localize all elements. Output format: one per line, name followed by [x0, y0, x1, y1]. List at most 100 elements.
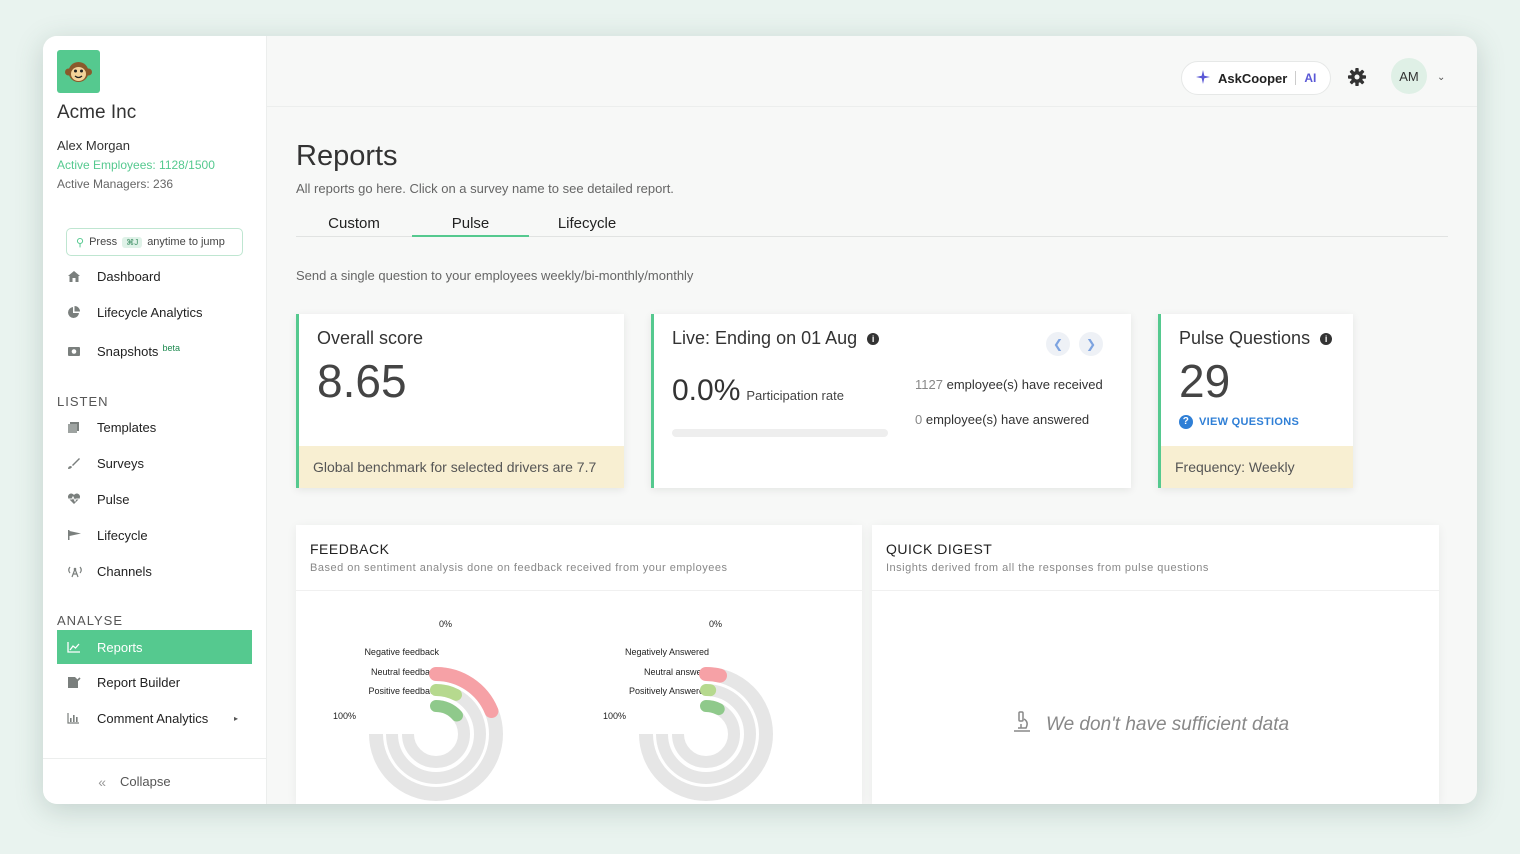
double-chevron-left-icon: « — [98, 773, 106, 790]
feedback-donut-chart — [369, 667, 503, 801]
empty-state: We don't have sufficient data — [1012, 711, 1289, 739]
tab-lifecycle[interactable]: Lifecycle — [529, 215, 645, 232]
divider — [1295, 71, 1297, 85]
user-name: Alex Morgan — [57, 138, 130, 153]
report-tabs: Custom Pulse Lifecycle — [296, 212, 1448, 237]
questions-title: Pulse Questions — [1179, 328, 1311, 348]
sidebar-item-label: Pulse — [97, 491, 130, 507]
quick-jump-button[interactable]: ⚲ Press ⌘J anytime to jump — [66, 228, 243, 256]
chevron-down-icon[interactable]: ⌄ — [1437, 72, 1445, 83]
templates-icon — [57, 421, 97, 434]
sidebar-item-report-builder[interactable]: Report Builder — [57, 665, 252, 699]
participation-label: Participation rate — [746, 388, 844, 403]
answers-ring-positively-answered[interactable] — [700, 700, 725, 716]
jump-suffix-text: anytime to jump — [147, 236, 225, 248]
feedback-panel: FEEDBACK Based on sentiment analysis don… — [296, 525, 862, 804]
sidebar-item-label: Lifecycle Analytics — [97, 304, 203, 320]
search-icon: ⚲ — [76, 236, 85, 249]
tab-custom[interactable]: Custom — [296, 215, 412, 232]
sidebar-item-dashboard[interactable]: Dashboard — [57, 259, 252, 293]
donut2-end-label: 100% — [602, 711, 626, 721]
heartbeat-icon — [57, 493, 97, 505]
answered-line: 0 employee(s) have answered — [915, 412, 1089, 427]
sidebar-item-label: Lifecycle — [97, 527, 148, 543]
donut1-start-label: 0% — [438, 619, 452, 629]
benchmark-text: Global benchmark for selected drivers ar… — [299, 446, 624, 488]
donut1-end-label: 100% — [332, 711, 356, 721]
shortcut-badge: ⌘J — [122, 236, 143, 248]
frequency-text: Frequency: Weekly — [1161, 446, 1353, 488]
answers-donut-chart — [639, 667, 773, 801]
analyse-section-label: ANALYSE — [57, 613, 124, 628]
sidebar-item-label: Reports — [97, 639, 143, 655]
panel-header: QUICK DIGEST Insights derived from all t… — [872, 525, 1439, 591]
panel-header: FEEDBACK Based on sentiment analysis don… — [296, 525, 862, 591]
askcooper-button[interactable]: AskCooper AI — [1181, 61, 1331, 95]
info-icon[interactable]: i — [867, 333, 880, 346]
feedback-ring-neutral-feedback[interactable] — [430, 684, 462, 701]
page-title: Reports — [296, 140, 398, 172]
received-label: employee(s) have received — [946, 377, 1103, 392]
pulse-description: Send a single question to your employees… — [296, 268, 694, 283]
sidebar-item-label: Snapshots — [97, 343, 159, 359]
card-title: Overall score — [317, 328, 424, 348]
live-pulse-card: Live: Ending on 01 Aug i ❮ ❯ 0.0% Partici… — [651, 314, 1131, 488]
tab-pulse[interactable]: Pulse — [412, 215, 529, 237]
answers-ring-negatively-answered[interactable] — [699, 667, 728, 683]
active-managers: Active Managers: 236 — [57, 177, 174, 191]
sidebar-item-snapshots[interactable]: Snapshots beta — [57, 334, 252, 368]
quick-digest-panel: QUICK DIGEST Insights derived from all t… — [872, 525, 1439, 804]
topbar: AskCooper AI AM ⌄ — [267, 36, 1477, 107]
sidebar-item-label: Report Builder — [97, 674, 181, 690]
received-line: 1127 employee(s) have received — [915, 377, 1103, 392]
chart-icon — [57, 641, 97, 653]
live-title: Live: Ending on 01 Aug — [672, 328, 858, 348]
flag-icon — [57, 529, 97, 541]
collapse-button[interactable]: « Collapse — [43, 758, 267, 804]
home-icon — [57, 270, 97, 283]
sidebar-item-pulse[interactable]: Pulse — [57, 482, 252, 516]
overall-score-value: 8.65 — [317, 355, 407, 407]
received-count: 1127 — [915, 377, 943, 392]
sidebar-item-lifecycle-analytics[interactable]: Lifecycle Analytics — [57, 295, 252, 329]
answered-count: 0 — [915, 412, 923, 427]
sidebar-item-surveys[interactable]: Surveys — [57, 446, 252, 480]
page-subtitle: All reports go here. Click on a survey n… — [296, 181, 674, 196]
questions-count: 29 — [1179, 355, 1231, 407]
monkey-logo-icon[interactable] — [57, 50, 100, 93]
chevron-right-icon[interactable]: ❯ — [1079, 332, 1103, 356]
expand-caret-icon[interactable]: ▸ — [234, 714, 238, 723]
feedback-subtitle: Based on sentiment analysis done on feed… — [310, 562, 728, 574]
chevron-left-icon[interactable]: ❮ — [1046, 332, 1070, 356]
sidebar-item-reports[interactable]: Reports — [57, 630, 252, 664]
sidebar-item-label: Surveys — [97, 455, 144, 471]
report-builder-icon — [57, 676, 97, 689]
microscope-icon — [1012, 711, 1032, 739]
card-title: Pulse Questions i — [1179, 328, 1333, 349]
view-questions-link[interactable]: ? VIEW QUESTIONS — [1179, 415, 1299, 429]
ai-badge: AI — [1304, 71, 1317, 85]
active-employees: Active Employees: 1128/1500 — [57, 158, 215, 172]
sparkle-icon — [1196, 69, 1210, 87]
beta-badge: beta — [162, 343, 180, 353]
participation-progress-track — [672, 429, 888, 437]
sidebar-item-templates[interactable]: Templates — [57, 410, 252, 444]
app-window: Acme Inc Alex Morgan Active Employees: 1… — [43, 36, 1477, 804]
card-title: Live: Ending on 01 Aug i — [672, 328, 880, 349]
answered-label: employee(s) have answered — [925, 412, 1090, 427]
avatar[interactable]: AM — [1391, 58, 1427, 94]
sidebar-item-label: Comment Analytics — [97, 710, 209, 726]
bar-chart-icon — [57, 712, 97, 724]
feedback-ring-positive-feedback[interactable] — [430, 700, 464, 722]
donut2-start-label: 0% — [708, 619, 722, 629]
info-icon[interactable]: i — [1320, 333, 1333, 346]
overall-score-card: Overall score 8.65 Global benchmark for … — [296, 314, 624, 488]
gear-icon[interactable] — [1347, 67, 1367, 87]
broadcast-icon — [57, 565, 97, 578]
participation-block: 0.0% Participation rate — [672, 374, 844, 408]
askcooper-label: AskCooper — [1218, 70, 1288, 86]
sidebar-item-comment-analytics[interactable]: Comment Analytics ▸ — [57, 701, 252, 735]
empty-state-text: We don't have sufficient data — [1046, 714, 1290, 735]
sidebar-item-channels[interactable]: Channels — [57, 554, 252, 588]
sidebar-item-lifecycle[interactable]: Lifecycle — [57, 518, 252, 552]
